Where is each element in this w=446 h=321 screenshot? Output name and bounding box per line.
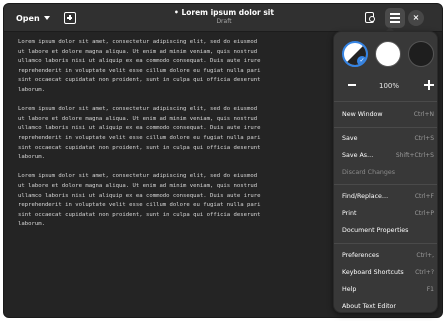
zoom-level[interactable]: 100% — [372, 82, 406, 90]
header-bar: Open • Lorem ipsum dolor sit Draft × — [4, 4, 442, 32]
menu-item-label: Preferences — [342, 251, 380, 259]
menu-separator — [334, 184, 437, 185]
menu-item-print[interactable]: Print Ctrl+P — [342, 206, 434, 220]
menu-item-save[interactable]: Save Ctrl+S — [342, 131, 434, 145]
hamburger-line-icon — [390, 21, 400, 23]
new-tab-button[interactable] — [64, 12, 76, 24]
menu-item-shortcut: Shift+Ctrl+S — [395, 151, 434, 159]
editor-paragraph: Lorem ipsum dolor sit amet, consectetur … — [18, 173, 261, 228]
menu-item-keyboard-shortcuts[interactable]: Keyboard Shortcuts Ctrl+? — [342, 265, 434, 279]
menu-item-discard-changes[interactable]: Discard Changes — [342, 165, 434, 179]
style-dark-button[interactable] — [408, 41, 434, 67]
hamburger-line-icon — [390, 17, 400, 19]
close-window-button[interactable]: × — [408, 10, 424, 26]
menu-item-label: Find/Replace… — [342, 192, 389, 200]
menu-item-shortcut: Ctrl+F — [414, 192, 434, 200]
find-button[interactable] — [363, 10, 379, 26]
menu-item-save-as[interactable]: Save As… Shift+Ctrl+S — [342, 148, 434, 162]
document-title: • Lorem ipsum dolor sit — [174, 8, 274, 17]
checkmark-icon: ✓ — [357, 56, 366, 65]
menu-item-label: Keyboard Shortcuts — [342, 268, 404, 276]
menu-item-label: Document Properties — [342, 226, 409, 234]
document-subtitle: Draft — [216, 18, 232, 25]
menu-item-about[interactable]: About Text Editor — [342, 299, 434, 313]
menu-item-label: Save As… — [342, 151, 374, 159]
menu-item-new-window[interactable]: New Window Ctrl+N — [342, 107, 434, 121]
editor-paragraph: Lorem ipsum dolor sit amet, consectetur … — [18, 106, 261, 161]
zoom-in-button[interactable] — [424, 80, 434, 90]
open-button[interactable]: Open — [12, 9, 54, 27]
main-menu-button[interactable] — [385, 8, 405, 28]
menu-item-shortcut: Ctrl+S — [414, 134, 434, 142]
menu-item-label: Help — [342, 285, 357, 293]
menu-item-shortcut: F1 — [426, 285, 434, 293]
menu-item-label: About Text Editor — [342, 302, 396, 310]
zoom-controls: 100% — [342, 79, 434, 95]
menu-item-label: Discard Changes — [342, 168, 396, 176]
close-icon: × — [412, 13, 420, 22]
style-follow-system-button[interactable]: ✓ — [342, 41, 368, 67]
menu-item-help[interactable]: Help F1 — [342, 282, 434, 296]
menu-item-shortcut: Ctrl+, — [416, 251, 434, 259]
menu-item-document-properties[interactable]: Document Properties — [342, 223, 434, 237]
magnifier-icon — [369, 16, 375, 22]
menu-item-label: New Window — [342, 110, 383, 118]
menu-item-preferences[interactable]: Preferences Ctrl+, — [342, 248, 434, 262]
editor-paragraph: Lorem ipsum dolor sit amet, consectetur … — [18, 39, 261, 93]
menu-separator — [334, 243, 437, 244]
menu-separator — [334, 127, 437, 128]
menu-item-label: Save — [342, 134, 358, 142]
menu-item-label: Print — [342, 209, 357, 217]
zoom-out-button[interactable] — [348, 84, 356, 86]
menu-item-shortcut: Ctrl+P — [414, 209, 434, 217]
menu-item-shortcut: Ctrl+? — [415, 268, 434, 276]
menu-item-shortcut: Ctrl+N — [413, 110, 434, 118]
text-editor[interactable]: Lorem ipsum dolor sit amet, consectetur … — [18, 38, 338, 317]
style-switcher: ✓ — [342, 41, 434, 67]
window-title-area: • Lorem ipsum dolor sit Draft — [144, 7, 304, 26]
chevron-down-icon — [43, 16, 50, 20]
hamburger-line-icon — [390, 13, 400, 15]
menu-separator — [334, 101, 437, 102]
main-menu-popover: ✓ 100% New Window Ctrl+N Save Ctrl+S Sav… — [333, 31, 438, 313]
menu-item-find-replace[interactable]: Find/Replace… Ctrl+F — [342, 189, 434, 203]
style-light-button[interactable] — [375, 41, 401, 67]
open-button-label: Open — [16, 13, 40, 23]
